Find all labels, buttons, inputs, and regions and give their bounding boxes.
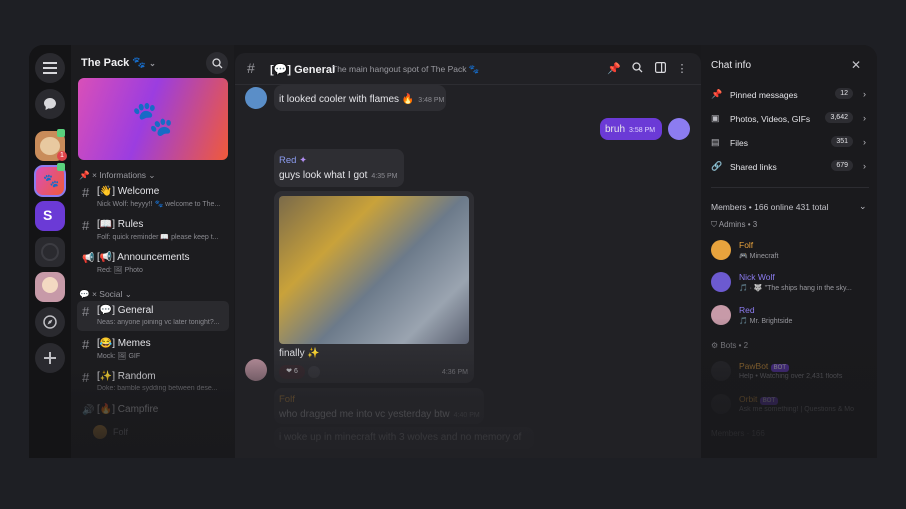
shield-icon: ⛉: [711, 220, 717, 229]
image-icon: ▣: [711, 113, 720, 123]
hash-icon: #: [82, 370, 90, 385]
members-footer: Members · 166: [711, 429, 765, 438]
server-icon-3[interactable]: S: [35, 201, 65, 231]
category-informations[interactable]: 📌 × Informations ⌄: [79, 170, 156, 181]
files-row[interactable]: ▤ Files 351 ›: [711, 135, 867, 153]
server-icon-4[interactable]: [35, 237, 65, 267]
server-banner: 🐾: [78, 78, 228, 160]
link-icon: 🔗: [711, 161, 723, 171]
hash-icon: #: [82, 304, 90, 319]
avatar: [711, 240, 731, 260]
hash-icon: #: [82, 218, 90, 233]
add-reaction-icon[interactable]: [308, 366, 320, 378]
message-bubble: it looked cooler with flames 🔥 3:48 PM: [274, 85, 446, 111]
chevron-down-icon[interactable]: ⌄: [859, 201, 867, 212]
channel-random[interactable]: # [✨] Random Doke: bamble sydding betwee…: [77, 367, 229, 397]
channel-general[interactable]: # [💬] General Neas: anyone joining vc la…: [77, 301, 229, 331]
divider: [711, 187, 869, 188]
member-nick-wolf[interactable]: Nick Wolf 🎵 · 🐺 "The ships hang in the s…: [711, 271, 871, 297]
voice-user-name: Folf: [113, 427, 129, 437]
panel-title: Chat info: [711, 60, 752, 71]
speaker-icon: 🔊: [82, 405, 95, 416]
paw-icon: 🐾: [131, 100, 175, 138]
pin-icon: 📌: [711, 89, 723, 99]
channel-announcements[interactable]: 📢 [📢] Announcements Red: 🖼 Photo: [77, 248, 229, 278]
chat-panel: # [💬] General The main hangout spot of T…: [235, 53, 701, 458]
megaphone-icon: 📢: [82, 253, 95, 264]
chevron-right-icon: ›: [863, 137, 866, 147]
message-bubble: Folf who dragged me into vc yesterday bt…: [274, 388, 484, 424]
add-server-icon[interactable]: [35, 343, 65, 373]
channel-welcome[interactable]: # [👋] Welcome Nick Wolf: heyyy!! 🐾 welco…: [77, 182, 229, 212]
media-row[interactable]: ▣ Photos, Videos, GIFs 3,642 ›: [711, 111, 867, 129]
app-window: 1 🐾 S The Pack 🐾 ⌄ 🐾 📌 × Informations ⌄ …: [29, 45, 877, 458]
avatar[interactable]: [245, 87, 267, 109]
links-row[interactable]: 🔗 Shared links 679 ›: [711, 159, 867, 177]
message-bubble: Red ✦ guys look what I got 4:35 PM: [274, 149, 404, 187]
category-social[interactable]: 💬 × Social ⌄: [79, 289, 132, 300]
search-icon[interactable]: [630, 62, 644, 76]
chevron-right-icon: ›: [863, 161, 866, 171]
explore-icon[interactable]: [35, 307, 65, 337]
avatar: [711, 272, 731, 292]
image-message: finally ✨ ❤ 6 4:36 PM: [274, 191, 474, 383]
channel-rules[interactable]: # [📖] Rules Folf: quick reminder 📖 pleas…: [77, 215, 229, 245]
channel-sidebar: The Pack 🐾 ⌄ 🐾 📌 × Informations ⌄ # [👋] …: [71, 45, 234, 458]
message-bubble: i woke up in minecraft with 3 wolves and…: [274, 427, 534, 449]
own-message-bubble: bruh 3:58 PM: [600, 118, 662, 140]
photo[interactable]: [279, 196, 469, 344]
channel-title: [💬] General: [270, 64, 336, 76]
status-dot: [57, 129, 65, 137]
avatar[interactable]: [245, 359, 267, 381]
chevron-down-icon: ⌄: [149, 59, 156, 68]
file-icon: ▤: [711, 137, 720, 147]
search-button[interactable]: [206, 52, 228, 74]
close-icon[interactable]: ✕: [851, 58, 861, 72]
paw-icon: 🐾: [43, 173, 60, 188]
direct-messages-icon[interactable]: [35, 89, 65, 119]
reaction-heart[interactable]: ❤ 6: [279, 365, 305, 379]
members-header[interactable]: Members • 166 online 431 total: [711, 202, 828, 212]
bot-pawbot[interactable]: PawBot BOT Help • Watching over 2,431 fl…: [711, 360, 871, 386]
menu-icon[interactable]: [35, 53, 65, 83]
pinned-messages-row[interactable]: 📌 Pinned messages 12 ›: [711, 87, 867, 105]
bot-orbit[interactable]: Orbit BOT Ask me something! | Questions …: [711, 393, 871, 419]
server-rail: 1 🐾 S: [29, 45, 71, 458]
chat-header: # [💬] General The main hangout spot of T…: [235, 53, 701, 85]
chevron-right-icon: ›: [863, 113, 866, 123]
search-icon: [211, 57, 222, 68]
admins-header[interactable]: ⛉ Admins • 3: [711, 220, 757, 230]
own-avatar[interactable]: [668, 118, 690, 140]
hash-icon: #: [82, 337, 90, 352]
bots-header[interactable]: ⚙ Bots • 2: [711, 341, 748, 350]
hash-icon: #: [82, 185, 90, 200]
sidebar-toggle-icon[interactable]: [653, 62, 667, 76]
bot-icon: ⚙: [711, 341, 719, 350]
hash-icon: #: [247, 60, 255, 76]
status-dot: [57, 163, 65, 171]
avatar: [711, 305, 731, 325]
member-red[interactable]: Red 🎵 Mr. Brightside: [711, 304, 871, 330]
avatar: [711, 394, 731, 414]
unread-badge: 1: [57, 151, 67, 161]
avatar: [711, 361, 731, 381]
chat-info-panel: Chat info ✕ 📌 Pinned messages 12 › ▣ Pho…: [701, 45, 877, 458]
voice-user-avatar[interactable]: [93, 425, 107, 439]
member-folf[interactable]: Folf 🎮 Minecraft: [711, 239, 871, 265]
author-name[interactable]: Folf: [279, 394, 295, 405]
pin-icon[interactable]: 📌: [607, 62, 621, 76]
more-icon[interactable]: ⋮: [675, 62, 689, 76]
chevron-right-icon: ›: [863, 89, 866, 99]
server-name[interactable]: The Pack 🐾 ⌄: [81, 56, 156, 69]
server-icon-5[interactable]: [35, 272, 65, 302]
channel-description: The main hangout spot of The Pack 🐾: [332, 64, 480, 74]
channel-memes[interactable]: # [😂] Memes Mock: 🖼 GIF: [77, 334, 229, 364]
author-name[interactable]: Red ✦: [279, 155, 307, 166]
